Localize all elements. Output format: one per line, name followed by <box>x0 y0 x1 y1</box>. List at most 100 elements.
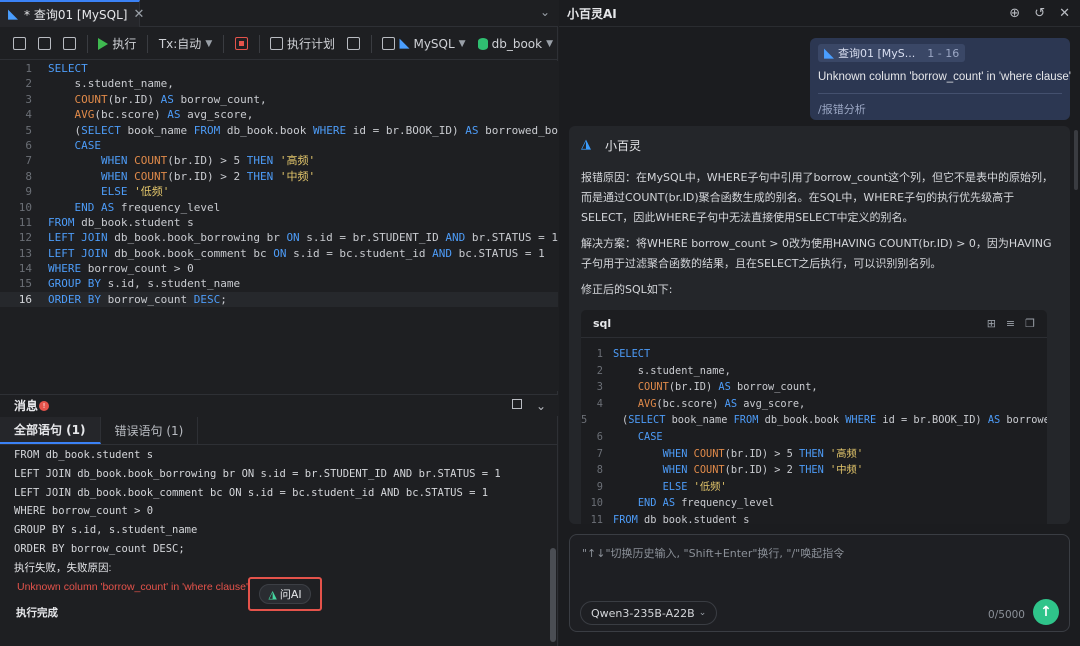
editor-line: 2 s.student_name, <box>0 76 558 91</box>
editor-line: 8 WHEN COUNT(br.ID) > 2 THEN '中频' <box>0 169 558 184</box>
code-text: SELECT <box>48 62 88 75</box>
error-indicator-icon: ! <box>39 400 50 411</box>
log-line: FROM db_book.student s <box>14 449 154 461</box>
messages-scrollbar[interactable] <box>550 548 556 642</box>
code-block-line: 2 s.student_name, <box>581 363 1047 380</box>
db-type-select[interactable]: ◣ MySQL ▼ <box>377 32 470 56</box>
ai-paragraph-solution: 解决方案：将WHERE borrow_count > 0改为使用HAVING C… <box>581 237 1052 270</box>
chevron-down-icon: ▼ <box>546 38 553 49</box>
close-icon[interactable]: ✕ <box>133 7 144 22</box>
line-number: 7 <box>25 154 32 168</box>
ask-ai-button[interactable]: ◮ 问AI <box>259 584 311 604</box>
model-select[interactable]: Qwen3-235B-A22B ⌄ <box>580 601 718 625</box>
ai-logo-icon: ◮ <box>268 587 277 601</box>
chat-scrollbar[interactable] <box>1074 130 1078 190</box>
close-icon[interactable]: ✕ <box>1059 6 1070 21</box>
new-chat-icon[interactable]: ⊕ <box>1009 6 1020 21</box>
line-number: 2 <box>596 364 603 377</box>
model-label: Qwen3-235B-A22B <box>591 606 695 620</box>
editor-line: 13 LEFT JOIN db_book.book_comment bc ON s… <box>0 246 558 261</box>
explain-button[interactable]: 执行计划 <box>265 32 340 56</box>
chevron-down-icon[interactable]: ⌄ <box>540 5 550 19</box>
mysql-icon: ◣ <box>8 7 18 22</box>
copy-icon[interactable]: ❐ <box>1025 317 1035 330</box>
code-block-line: 1 SELECT <box>581 346 1047 363</box>
code-text: LEFT JOIN db_book.book_comment bc ON s.i… <box>48 246 545 260</box>
history-icon[interactable]: ↺ <box>1034 6 1045 21</box>
user-command: /报错分析 <box>818 93 1062 117</box>
code-text: FROM db_book.student s <box>613 513 750 524</box>
line-number: 11 <box>590 513 603 524</box>
ai-paragraph-cause: 报错原因：在MySQL中，WHERE子句中引用了borrow_count这个列，… <box>581 171 1054 224</box>
code-text: s.student_name, <box>613 364 731 377</box>
ai-logo-icon: ◮ <box>581 137 591 152</box>
code-text: FROM db_book.student s <box>48 215 194 229</box>
tab-all-statements[interactable]: 全部语句 (1) <box>0 417 101 444</box>
line-number: 4 <box>25 108 32 122</box>
code-text: WHEN COUNT(br.ID) > 2 THEN '中频' <box>662 464 864 477</box>
play-icon <box>98 37 109 50</box>
log-line: GROUP BY s.id, s.student_name <box>14 524 198 537</box>
ai-title: 小百灵AI <box>567 6 617 21</box>
ai-assistant-pane: 小百灵AI ⊕ ↺ ✕ ◣ 查询01 [MyS... 1 - 16 Unknow… <box>559 0 1080 646</box>
run-button[interactable]: 执行 <box>93 32 141 56</box>
editor-line: 6 CASE <box>0 138 558 153</box>
log-line: LEFT JOIN db_book.book_comment bc ON s.i… <box>14 486 489 499</box>
ai-code-lines: 1 SELECT 2 s.student_name, 3 COUNT(br.ID) A… <box>581 338 1047 524</box>
code-block-line: 5 (SELECT book_name FROM db_book.book WH… <box>581 412 1047 429</box>
mysql-icon: ◣ <box>399 36 410 51</box>
collapse-icon[interactable]: ⌄ <box>536 399 546 413</box>
folder-icon <box>13 37 26 50</box>
line-number: 1 <box>596 348 603 360</box>
stop-button[interactable] <box>230 32 253 56</box>
code-text: CASE <box>74 138 102 152</box>
editor-tab-bar: ◣ * 查询01 [MySQL] ✕ ⌄ <box>0 0 558 27</box>
user-message: ◣ 查询01 [MyS... 1 - 16 Unknown column 'bo… <box>810 38 1071 120</box>
char-counter: 0/5000 <box>988 609 1025 621</box>
code-block-line: 9 ELSE '低频' <box>581 479 1047 496</box>
code-reference-chip[interactable]: ◣ 查询01 [MyS... 1 - 16 <box>818 44 966 62</box>
code-block-line: 10 END AS frequency_level <box>581 495 1047 512</box>
code-block-line: 8 WHEN COUNT(br.ID) > 2 THEN '中频' <box>581 462 1047 479</box>
ai-response: ◮ 小百灵 报错原因：在MySQL中，WHERE子句中引用了borrow_cou… <box>569 126 1070 524</box>
code-language: sql <box>593 317 612 330</box>
fail-label: 执行失败，失败原因: <box>14 561 112 574</box>
ai-paragraph-fixed-sql: 修正后的SQL如下: <box>581 283 673 296</box>
code-text: AVG(bc.score) AS avg_score, <box>637 397 806 410</box>
code-text: SELECT <box>613 348 651 360</box>
maximize-icon[interactable] <box>511 398 522 409</box>
mysql-icon: ◣ <box>824 45 834 61</box>
chat-input-placeholder: "↑↓"切换历史输入, "Shift+Enter"换行, "/"唤起指令 <box>582 547 845 560</box>
format-button[interactable] <box>342 32 365 56</box>
ask-ai-highlight: ◮ 问AI <box>248 577 322 611</box>
stop-icon <box>234 37 248 50</box>
replace-icon[interactable]: ≡ <box>1006 317 1015 330</box>
line-number: 6 <box>25 138 32 152</box>
insert-icon[interactable]: ⊞ <box>987 317 996 330</box>
save-icon <box>38 37 51 50</box>
send-button[interactable]: ↑ <box>1033 599 1059 625</box>
editor-line: 3 COUNT(br.ID) AS borrow_count, <box>0 92 558 107</box>
arrow-up-icon: ↑ <box>1040 604 1052 620</box>
code-text: WHEN COUNT(br.ID) > 2 THEN '中频' <box>100 169 316 183</box>
transaction-mode-select[interactable]: Tx:自动 ▼ <box>154 32 217 56</box>
line-number: 14 <box>18 262 32 276</box>
open-folder-button[interactable] <box>8 32 31 56</box>
code-text: WHERE borrow_count > 0 <box>48 262 194 276</box>
chat-input[interactable]: "↑↓"切换历史输入, "Shift+Enter"换行, "/"唤起指令 Qwe… <box>569 534 1070 632</box>
save-button[interactable] <box>33 32 56 56</box>
tab-error-statements[interactable]: 错误语句 (1) <box>101 417 199 444</box>
code-text: ELSE '低频' <box>662 480 727 493</box>
line-number: 5 <box>25 123 32 137</box>
database-select[interactable]: db_book ▼ <box>473 32 558 56</box>
code-text: WHEN COUNT(br.ID) > 5 THEN '高频' <box>662 447 864 460</box>
messages-panel-header: 消息 ! ⌄ <box>0 394 558 416</box>
query-tab-title: * 查询01 [MySQL] <box>24 8 128 22</box>
code-editor[interactable]: 1 SELECT 2 s.student_name, 3 COUNT(br.ID) A… <box>0 61 558 391</box>
save-all-button[interactable] <box>58 32 81 56</box>
ai-name: 小百灵 <box>605 138 642 153</box>
query-tab[interactable]: ◣ * 查询01 [MySQL] ✕ <box>0 0 144 27</box>
database-icon <box>477 37 488 50</box>
editor-line: 15 GROUP BY s.id, s.student_name <box>0 276 558 291</box>
chevron-down-icon: ▼ <box>458 38 466 49</box>
